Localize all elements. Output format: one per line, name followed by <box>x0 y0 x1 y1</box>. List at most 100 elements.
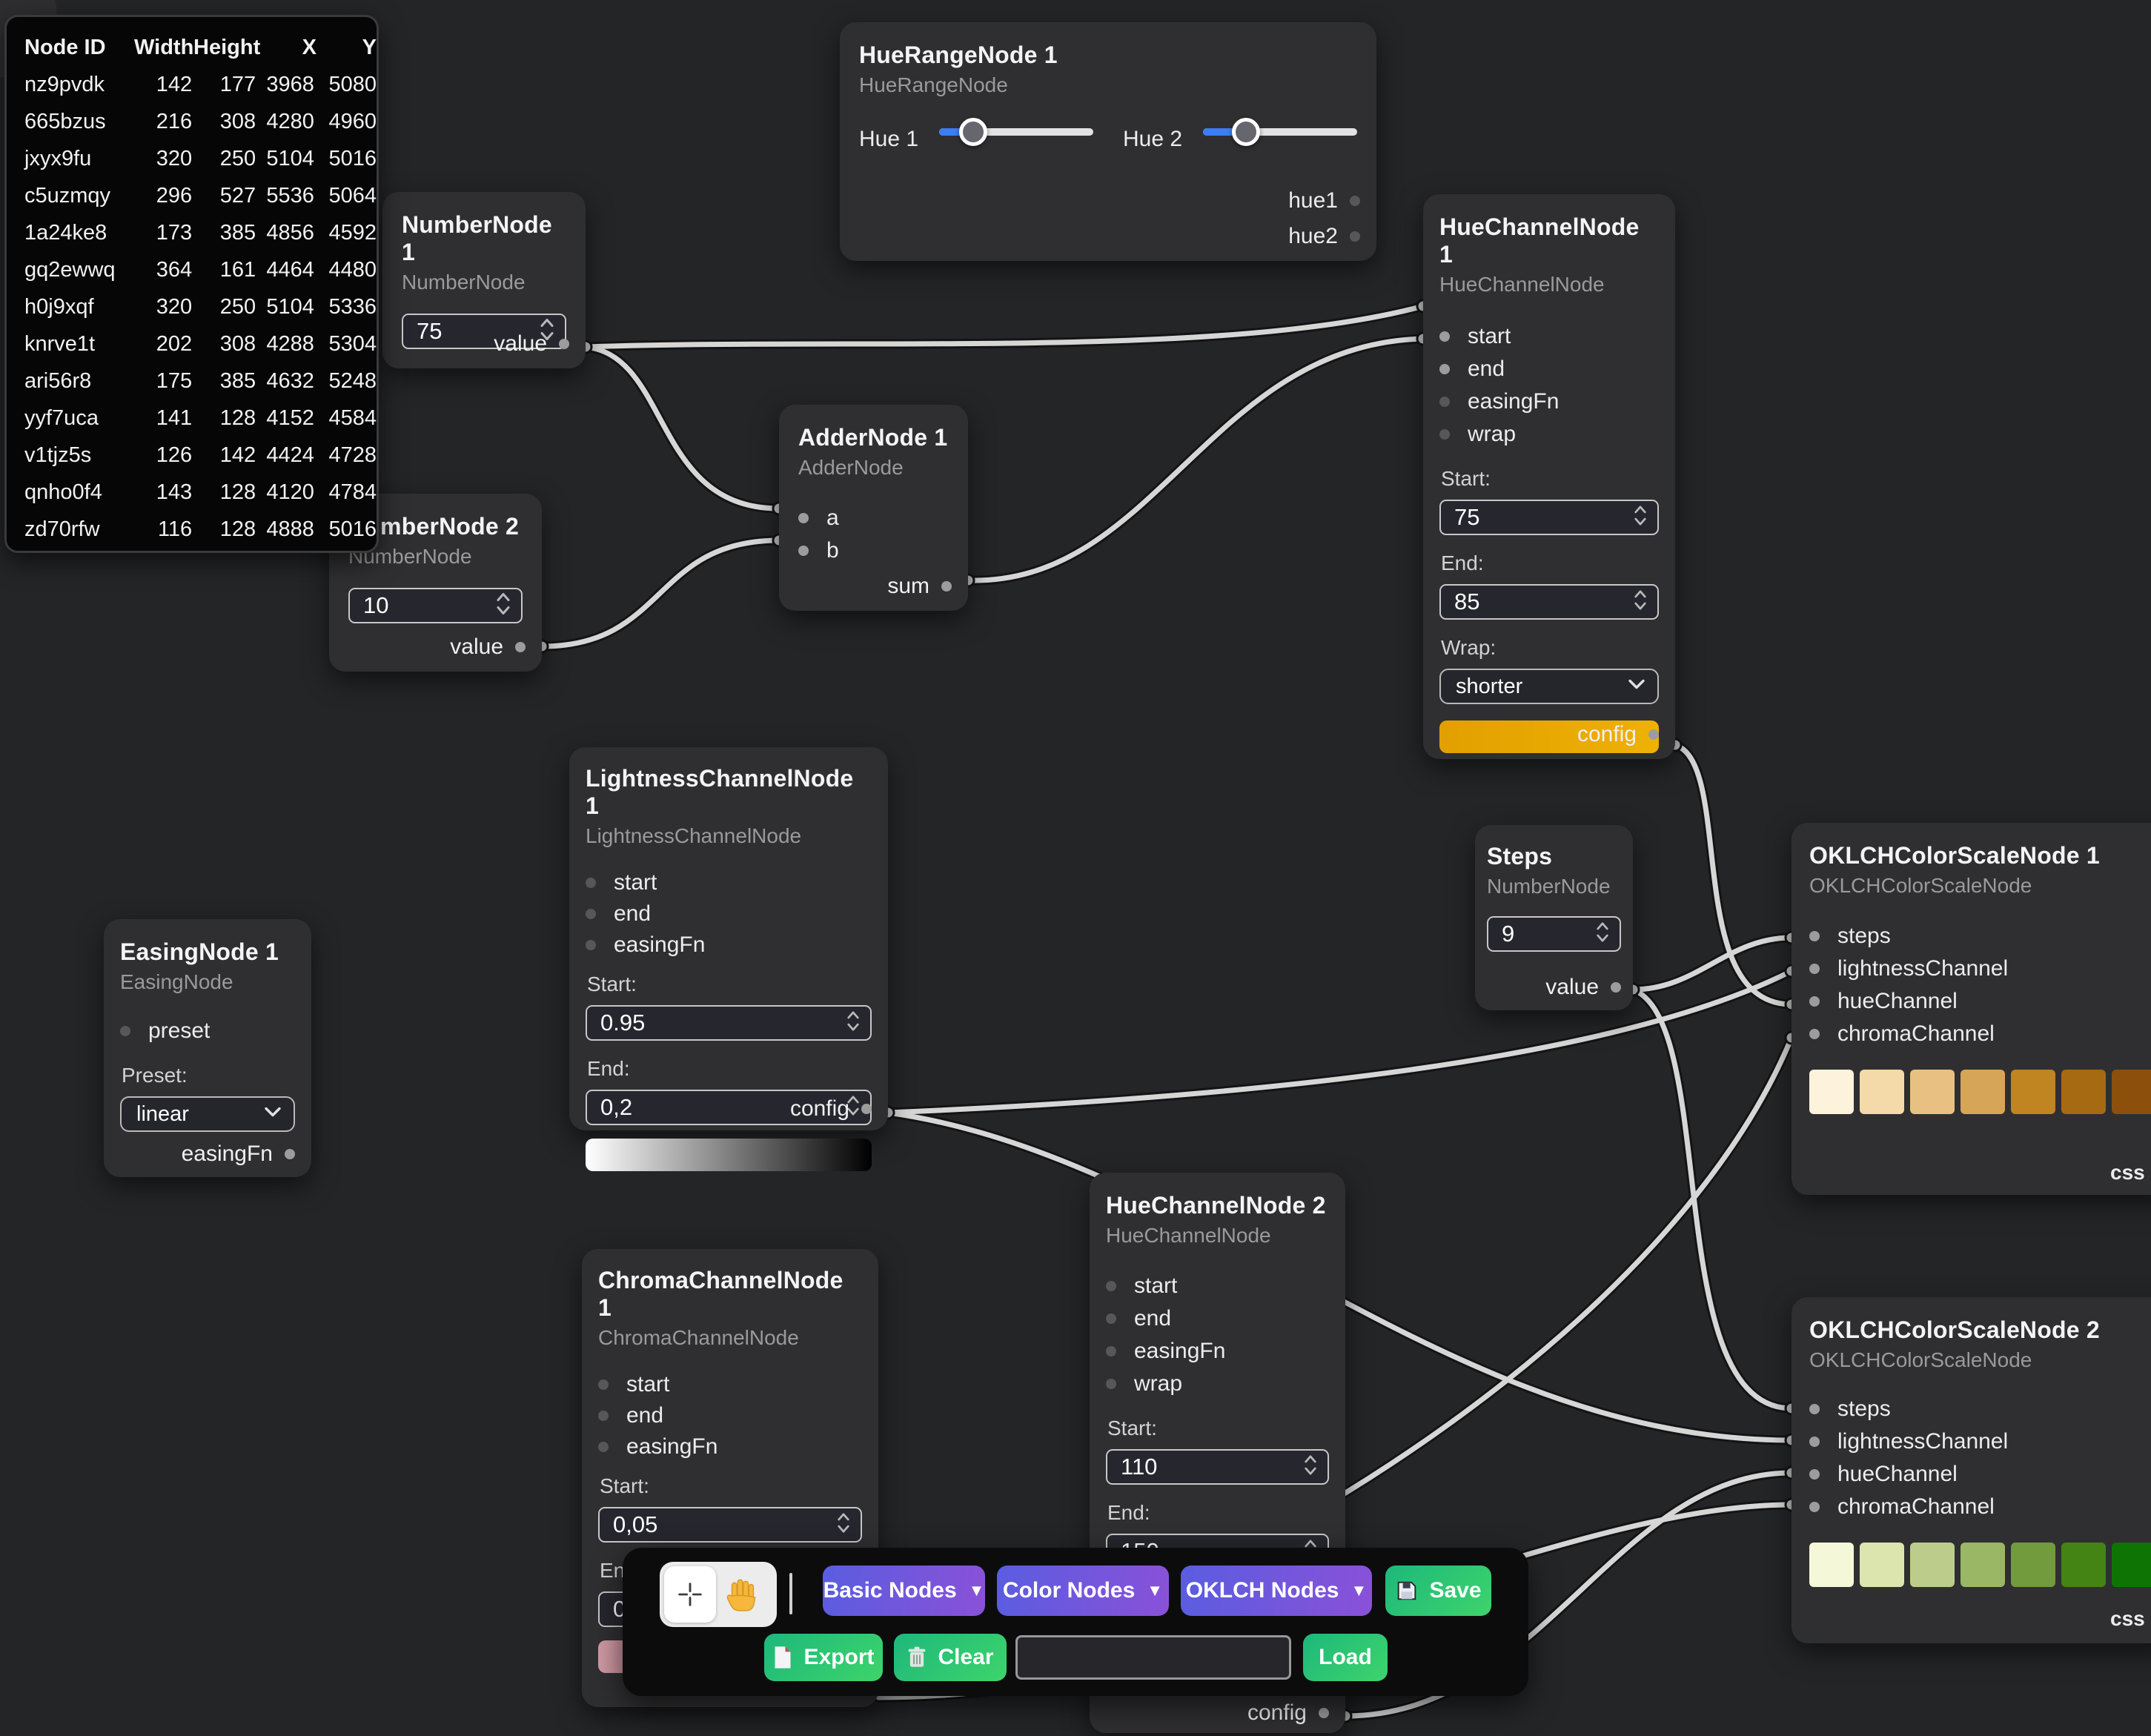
number-value-input[interactable]: 10 <box>348 588 523 623</box>
swatch <box>1860 1543 1904 1587</box>
input-lightness-label: lightnessChannel <box>1837 1429 2008 1454</box>
input-b-port[interactable] <box>798 546 809 556</box>
stepper-arrows-icon[interactable] <box>1634 589 1647 616</box>
select-mode-button[interactable] <box>664 1566 716 1623</box>
output-hue2-port[interactable] <box>1350 231 1360 242</box>
node-hue-range-1[interactable]: HueRangeNode 1 HueRangeNode Hue 1 Hue 2 … <box>840 22 1376 261</box>
output-config-port[interactable] <box>861 1104 872 1114</box>
node-title: OKLCHColorScaleNode 1 <box>1809 842 2151 869</box>
node-number-1[interactable]: NumberNode 1 NumberNode 75 value <box>382 192 586 368</box>
input-wrap-port[interactable] <box>1106 1379 1116 1389</box>
swatch <box>2011 1543 2055 1587</box>
table-header-row: Node ID Width Height X Y <box>24 29 377 66</box>
node-title: NumberNode 1 <box>402 211 566 266</box>
swatch <box>1809 1070 1854 1114</box>
table-row: yyf7uca14112841524584 <box>24 400 377 437</box>
input-a-port[interactable] <box>798 513 809 523</box>
input-easingfn-port[interactable] <box>1439 397 1450 407</box>
node-lightness-channel-1[interactable]: LightnessChannelNode 1 LightnessChannelN… <box>569 747 888 1130</box>
input-hue-port[interactable] <box>1809 996 1820 1007</box>
input-lightness-port[interactable] <box>1809 964 1820 974</box>
node-hue-channel-1[interactable]: HueChannelNode 1 HueChannelNode start en… <box>1423 194 1675 759</box>
output-easingfn-label: easingFn <box>182 1142 273 1167</box>
input-end-port[interactable] <box>586 909 596 919</box>
input-easingfn-label: easingFn <box>626 1434 717 1460</box>
preset-select[interactable]: linear <box>120 1096 295 1132</box>
output-config-port[interactable] <box>1648 729 1659 740</box>
cursor-mode-toggle[interactable] <box>660 1562 777 1627</box>
output-hue1-port[interactable] <box>1350 196 1360 206</box>
stepper-arrows-icon[interactable] <box>496 592 511 620</box>
hue1-slider-label: Hue 1 <box>859 127 939 152</box>
input-chroma-port[interactable] <box>1809 1029 1820 1039</box>
stepper-arrows-icon[interactable] <box>837 1511 850 1539</box>
input-start-port[interactable] <box>1106 1281 1116 1291</box>
stepper-arrows-icon[interactable] <box>1304 1454 1317 1481</box>
input-wrap-port[interactable] <box>1439 429 1450 440</box>
input-end-port[interactable] <box>1106 1313 1116 1324</box>
hue1-slider-knob[interactable] <box>959 118 987 146</box>
hue2-slider-knob[interactable] <box>1232 118 1260 146</box>
output-sum-port[interactable] <box>941 581 952 592</box>
output-easingfn-port[interactable] <box>285 1149 295 1159</box>
input-end-port[interactable] <box>1439 364 1450 374</box>
input-steps-port[interactable] <box>1809 931 1820 941</box>
save-button[interactable]: Save <box>1385 1566 1491 1616</box>
oklch-nodes-menu-button[interactable]: OKLCH Nodes ▼ <box>1181 1566 1372 1616</box>
input-chroma-port[interactable] <box>1809 1502 1820 1512</box>
table-row: knrve1t20230842885304 <box>24 325 377 362</box>
stepper-arrows-icon[interactable] <box>846 1010 860 1037</box>
output-value-port[interactable] <box>515 642 526 652</box>
table-row: jxyx9fu32025051045016 <box>24 140 377 177</box>
input-start-port[interactable] <box>598 1379 609 1390</box>
node-title: HueChannelNode 2 <box>1106 1192 1329 1219</box>
wrap-select[interactable]: shorter <box>1439 669 1659 704</box>
input-wrap-label: wrap <box>1134 1371 1182 1397</box>
input-steps-port[interactable] <box>1809 1404 1820 1414</box>
output-value-port[interactable] <box>559 339 569 349</box>
input-easingfn-port[interactable] <box>586 940 596 950</box>
input-start-port[interactable] <box>586 878 596 888</box>
start-input[interactable]: 0,05 <box>598 1507 862 1543</box>
node-oklch-scale-1[interactable]: OKLCHColorScaleNode 1 OKLCHColorScaleNod… <box>1792 823 2151 1195</box>
input-preset-port[interactable] <box>120 1026 130 1036</box>
node-debug-table: Node ID Width Height X Y nz9pvdk14217739… <box>4 15 379 553</box>
input-end-port[interactable] <box>598 1411 609 1421</box>
end-value: 85 <box>1441 589 1479 615</box>
node-adder-1[interactable]: AdderNode 1 AdderNode a b sum <box>779 405 968 611</box>
stepper-arrows-icon[interactable] <box>1596 921 1609 948</box>
output-value-port[interactable] <box>1611 982 1621 993</box>
input-start-port[interactable] <box>1439 331 1450 342</box>
input-easingfn-port[interactable] <box>1106 1346 1116 1356</box>
input-hue-port[interactable] <box>1809 1469 1820 1480</box>
hue1-slider[interactable] <box>939 128 1093 136</box>
load-filename-input[interactable] <box>1015 1635 1291 1680</box>
output-value-label: value <box>450 635 503 660</box>
hue2-slider[interactable] <box>1203 128 1357 136</box>
pan-mode-button[interactable] <box>716 1566 768 1623</box>
load-button[interactable]: Load <box>1303 1634 1388 1681</box>
dropdown-arrow-icon: ▼ <box>969 1581 985 1600</box>
node-easing-1[interactable]: EasingNode 1 EasingNode preset Preset: l… <box>104 919 311 1177</box>
table-row: gq2ewwq36416144644480 <box>24 251 377 288</box>
stepper-arrows-icon[interactable] <box>1634 504 1647 531</box>
number-value: 75 <box>403 318 442 345</box>
number-value-input[interactable]: 9 <box>1487 916 1621 952</box>
color-nodes-menu-button[interactable]: Color Nodes ▼ <box>997 1566 1169 1616</box>
clear-button[interactable]: Clear <box>894 1634 1007 1681</box>
start-input[interactable]: 110 <box>1106 1449 1329 1485</box>
basic-nodes-menu-button[interactable]: Basic Nodes ▼ <box>823 1566 985 1616</box>
start-input[interactable]: 0.95 <box>586 1005 872 1041</box>
output-css-label: css <box>2110 1607 2145 1631</box>
output-config-port[interactable] <box>1319 1708 1329 1718</box>
export-button[interactable]: Export <box>764 1634 883 1681</box>
input-preset-label: preset <box>148 1018 210 1044</box>
node-steps[interactable]: Steps NumberNode 9 value <box>1475 825 1633 1010</box>
end-input[interactable]: 85 <box>1439 584 1659 620</box>
node-type: NumberNode <box>402 271 566 294</box>
start-input[interactable]: 75 <box>1439 500 1659 535</box>
input-lightness-port[interactable] <box>1809 1437 1820 1447</box>
input-easingfn-port[interactable] <box>598 1442 609 1452</box>
node-oklch-scale-2[interactable]: OKLCHColorScaleNode 2 OKLCHColorScaleNod… <box>1792 1297 2151 1643</box>
output-css-label: css <box>2110 1161 2145 1185</box>
